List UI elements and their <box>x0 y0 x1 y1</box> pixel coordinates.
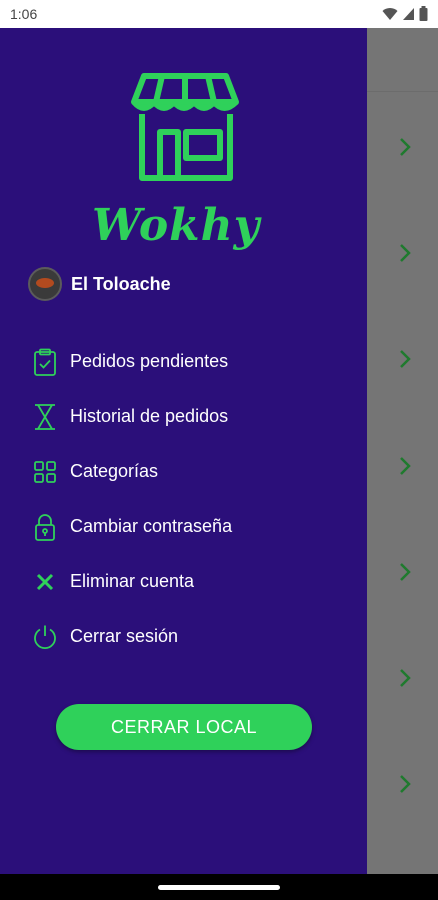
close-store-button[interactable]: CERRAR LOCAL <box>56 704 312 750</box>
menu-item-label: Categorías <box>70 461 159 481</box>
close-icon <box>30 567 60 597</box>
store-profile: El Toloache <box>28 266 171 302</box>
clipboard-check-icon <box>30 347 60 377</box>
chevron-right-icon[interactable] <box>394 455 416 477</box>
menu-item-label: Cerrar sesión <box>70 626 179 646</box>
brand-logo-text: Wokhy <box>92 200 261 251</box>
menu-item-pending-orders[interactable]: Pedidos pendientes <box>30 334 360 389</box>
menu-item-delete-account[interactable]: Eliminar cuenta <box>30 554 360 609</box>
store-avatar <box>28 267 62 301</box>
battery-icon <box>419 6 428 21</box>
power-icon <box>30 622 60 652</box>
hourglass-icon <box>30 402 60 432</box>
menu-item-label: Pedidos pendientes <box>70 351 229 371</box>
chevron-right-icon[interactable] <box>394 561 416 583</box>
chevron-right-icon[interactable] <box>394 242 416 264</box>
grid-icon <box>30 457 60 487</box>
navigation-drawer: Wokhy El Toloache Pedidos pendientes His… <box>0 28 367 874</box>
menu-item-change-password[interactable]: Cambiar contraseña <box>30 499 360 554</box>
chevron-right-icon[interactable] <box>394 136 416 158</box>
wifi-icon <box>382 7 398 20</box>
menu-item-order-history[interactable]: Historial de pedidos <box>30 389 360 444</box>
chevron-right-icon[interactable] <box>394 348 416 370</box>
status-time: 1:06 <box>10 6 38 22</box>
lock-icon <box>30 512 60 542</box>
menu-item-label: Historial de pedidos <box>70 406 229 426</box>
home-indicator[interactable] <box>158 885 280 890</box>
signal-icon <box>403 7 414 20</box>
menu-item-logout[interactable]: Cerrar sesión <box>30 609 360 664</box>
status-icons <box>382 6 428 21</box>
chevron-right-icon[interactable] <box>394 667 416 689</box>
status-bar: 1:06 <box>0 0 438 28</box>
store-name: El Toloache <box>71 273 171 294</box>
chevron-right-icon[interactable] <box>394 773 416 795</box>
menu-item-label: Cambiar contraseña <box>70 516 233 536</box>
drawer-menu: Pedidos pendientes Historial de pedidos … <box>30 334 360 664</box>
menu-item-label: Eliminar cuenta <box>70 571 195 591</box>
system-navigation-bar <box>0 874 438 900</box>
menu-item-categories[interactable]: Categorías <box>30 444 360 499</box>
store-icon <box>131 73 239 181</box>
